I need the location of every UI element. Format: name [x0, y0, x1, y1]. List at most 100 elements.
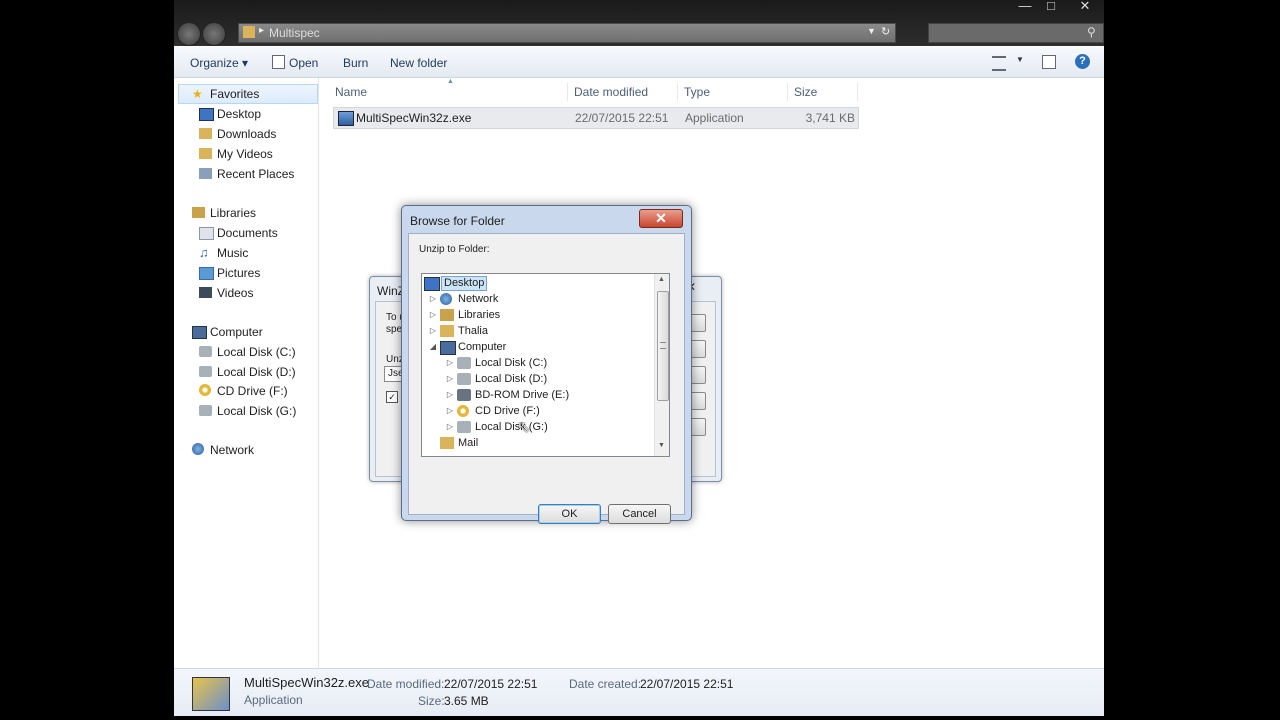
view-dropdown-icon[interactable]: ▼ — [1016, 55, 1024, 64]
network-icon — [192, 443, 204, 455]
column-header-size[interactable]: Size — [794, 83, 858, 101]
file-size: 3,741 KB — [805, 111, 855, 125]
expand-arrow-icon[interactable]: ▷ — [428, 323, 438, 339]
collapse-arrow-icon[interactable]: ◢ — [428, 339, 438, 355]
preview-pane-icon[interactable] — [1042, 55, 1056, 69]
scroll-down-icon[interactable]: ▼ — [658, 442, 665, 449]
close-window-button[interactable]: ✕ — [1072, 0, 1098, 14]
open-button[interactable]: Open — [289, 56, 318, 70]
tree-item-libraries[interactable]: ▷ Libraries — [428, 307, 648, 323]
details-file-name: MultiSpecWin32z.exe — [244, 675, 369, 690]
grip-icon — [660, 342, 666, 349]
pictures-icon — [199, 267, 214, 280]
tree-item-local-disk-g[interactable]: ▷ Local Disk (G:) — [445, 419, 649, 435]
video-icon — [199, 287, 212, 298]
tree-item-network[interactable]: ▷ Network — [428, 291, 648, 307]
cancel-button[interactable]: Cancel — [608, 504, 671, 524]
tree-item-thalia[interactable]: ▷ Thalia — [428, 323, 648, 339]
file-type: Application — [685, 111, 744, 125]
file-name: MultiSpecWin32z.exe — [356, 111, 472, 125]
column-header-date[interactable]: Date modified — [574, 83, 678, 101]
hard-disk-icon — [199, 405, 212, 416]
burn-button[interactable]: Burn — [343, 56, 368, 70]
cd-drive-icon — [199, 384, 211, 396]
tree-item-computer[interactable]: ◢ Computer — [428, 339, 648, 355]
details-modified-value: 22/07/2015 22:51 — [444, 677, 538, 691]
view-icon[interactable] — [992, 56, 1006, 71]
scrollbar-thumb[interactable] — [657, 291, 669, 401]
hard-disk-icon — [199, 366, 212, 377]
cd-drive-icon — [457, 405, 469, 417]
tree-item-bd-rom-e[interactable]: ▷ BD-ROM Drive (E:) — [445, 387, 649, 403]
column-header-name[interactable]: Name — [335, 83, 568, 101]
address-bar[interactable]: ▸ Multispec ▼ ↻ — [238, 23, 896, 43]
documents-icon — [199, 227, 214, 240]
expand-arrow-icon[interactable]: ▷ — [428, 291, 438, 307]
user-folder-icon — [440, 325, 454, 337]
file-large-icon — [192, 677, 230, 711]
ok-button[interactable]: OK — [538, 504, 601, 524]
chevron-right-icon: ▸ — [259, 25, 265, 36]
back-button[interactable] — [177, 22, 201, 46]
toolbar: Organize ▾ Open Burn New folder ▼ ? — [174, 47, 1104, 78]
expand-arrow-icon[interactable]: ▷ — [445, 371, 455, 387]
minimize-button[interactable]: — — [1014, 0, 1036, 14]
downloads-folder-icon — [199, 128, 212, 139]
folder-tree: Desktop ▷ Network ▷ Libraries ▷ Thalia ◢… — [421, 273, 670, 457]
tree-desktop-label: Desktop — [441, 276, 488, 291]
column-header-type[interactable]: Type — [684, 83, 788, 101]
browse-close-button[interactable]: ✕ — [639, 209, 683, 228]
cursor-icon: ⬁ — [517, 419, 531, 436]
new-folder-button[interactable]: New folder — [390, 56, 447, 70]
tree-item-mail[interactable]: Mail — [428, 435, 648, 451]
computer-icon — [192, 326, 207, 339]
file-date: 22/07/2015 22:51 — [575, 111, 669, 125]
desktop-icon — [199, 108, 214, 121]
expand-arrow-icon[interactable]: ▷ — [445, 419, 455, 435]
libraries-icon — [192, 207, 205, 218]
expand-arrow-icon[interactable]: ▷ — [445, 403, 455, 419]
hard-disk-icon — [457, 421, 471, 433]
computer-icon — [440, 341, 456, 355]
music-icon: ♫ — [199, 245, 209, 260]
details-size-label: Size: — [418, 694, 445, 708]
browse-for-folder-dialog: Browse for Folder ✕ Unzip to Folder: Des… — [401, 205, 692, 524]
tree-item-local-disk-c[interactable]: ▷ Local Disk (C:) — [445, 355, 649, 371]
help-icon[interactable]: ? — [1075, 54, 1090, 69]
maximize-button[interactable]: □ — [1040, 0, 1062, 14]
search-icon: ⚲ — [1087, 25, 1096, 39]
bd-rom-drive-icon — [457, 389, 471, 401]
details-pane: MultiSpecWin32z.exe Application Date mod… — [174, 668, 1104, 716]
winzip-checkbox[interactable]: ✓ — [386, 391, 398, 403]
hard-disk-icon — [199, 346, 212, 357]
folder-icon — [243, 26, 255, 38]
browse-body: Unzip to Folder: Desktop ▷ Network ▷ Lib… — [408, 233, 685, 524]
tree-item-local-disk-d[interactable]: ▷ Local Disk (D:) — [445, 371, 649, 387]
scroll-up-icon[interactable]: ▲ — [658, 276, 665, 283]
hard-disk-icon — [457, 373, 471, 385]
expand-arrow-icon[interactable]: ▷ — [445, 387, 455, 403]
details-size-value: 3.65 MB — [444, 694, 489, 708]
search-input[interactable]: ⚲ — [928, 23, 1104, 43]
expand-arrow-icon[interactable]: ▷ — [428, 307, 438, 323]
table-row[interactable]: MultiSpecWin32z.exe 22/07/2015 22:51 App… — [333, 107, 859, 129]
expand-arrow-icon[interactable]: ▷ — [445, 355, 455, 371]
hard-disk-icon — [457, 357, 471, 369]
refresh-icon[interactable]: ↻ — [881, 25, 890, 38]
application-icon — [338, 111, 354, 126]
chevron-down-icon[interactable]: ▼ — [867, 26, 876, 36]
tree-item-desktop[interactable]: Desktop — [424, 275, 650, 291]
organize-button[interactable]: Organize ▾ — [190, 56, 248, 70]
videos-folder-icon — [199, 148, 212, 159]
star-icon: ★ — [192, 87, 203, 101]
title-bar: — □ ✕ ▸ Multispec ▼ ↻ ⚲ — [174, 0, 1104, 46]
open-icon — [272, 55, 285, 69]
forward-button[interactable] — [202, 22, 226, 46]
tree-item-cd-drive-f[interactable]: ▷ CD Drive (F:) — [445, 403, 649, 419]
recent-places-icon — [199, 168, 212, 179]
navigation-pane: ★ Favorites Desktop Downloads My Videos … — [174, 78, 319, 668]
libraries-icon — [440, 309, 454, 321]
folder-icon — [440, 437, 454, 449]
tree-scrollbar[interactable]: ▲ ▼ — [654, 274, 669, 456]
network-icon — [440, 293, 452, 305]
